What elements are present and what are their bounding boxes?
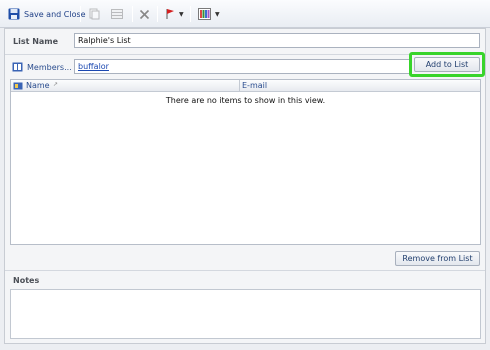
members-button-label: Members... (27, 62, 72, 72)
chevron-down-icon: ▼ (179, 10, 184, 18)
list-name-input[interactable]: Ralphie's List (74, 33, 480, 48)
remove-from-list-button[interactable]: Remove from List (395, 251, 480, 266)
save-icon (8, 8, 20, 20)
column-header-email[interactable]: E-mail (242, 81, 267, 90)
chevron-down-icon: ▼ (215, 10, 220, 18)
address-book-icon (12, 62, 23, 72)
notes-textarea[interactable] (10, 289, 481, 339)
flag-icon (166, 9, 174, 19)
toolbar-separator (80, 6, 81, 22)
list-name-label: List Name (13, 37, 59, 46)
members-input[interactable]: buffalor (74, 59, 410, 74)
grid-button[interactable] (111, 5, 123, 23)
divider (5, 270, 485, 271)
new-button[interactable] (88, 5, 100, 23)
members-button[interactable]: Members... (12, 62, 72, 72)
member-link[interactable]: buffalor (78, 62, 109, 71)
column-header-name[interactable]: Name (26, 81, 50, 90)
contact-list-form: List Name Ralphie's List Members... buff… (4, 28, 486, 344)
empty-grid-message: There are no items to show in this view. (165, 96, 326, 105)
toolbar-separator (157, 6, 158, 22)
categories-icon (198, 8, 211, 20)
add-to-list-button[interactable]: Add to List (414, 57, 480, 72)
notes-label: Notes (13, 276, 40, 285)
toolbar-separator (190, 6, 191, 22)
members-grid: Name ↗ E-mail There are no items to show… (10, 79, 481, 245)
toolbar: Save and Close ▼ ▼ (0, 0, 490, 28)
new-icon (89, 8, 100, 20)
delete-button[interactable] (139, 5, 150, 23)
flag-dropdown-button[interactable]: ▼ (165, 5, 184, 23)
toolbar-separator (132, 6, 133, 22)
grid-icon (111, 9, 123, 19)
grid-header: Name ↗ E-mail (11, 80, 480, 92)
categories-dropdown-button[interactable]: ▼ (198, 5, 220, 23)
save-and-close-button[interactable]: Save and Close (8, 5, 86, 23)
sort-icon: ↗ (53, 81, 59, 88)
delete-icon (139, 9, 150, 19)
address-card-icon (13, 82, 23, 90)
save-and-close-label: Save and Close (24, 9, 86, 19)
column-divider (239, 80, 240, 92)
